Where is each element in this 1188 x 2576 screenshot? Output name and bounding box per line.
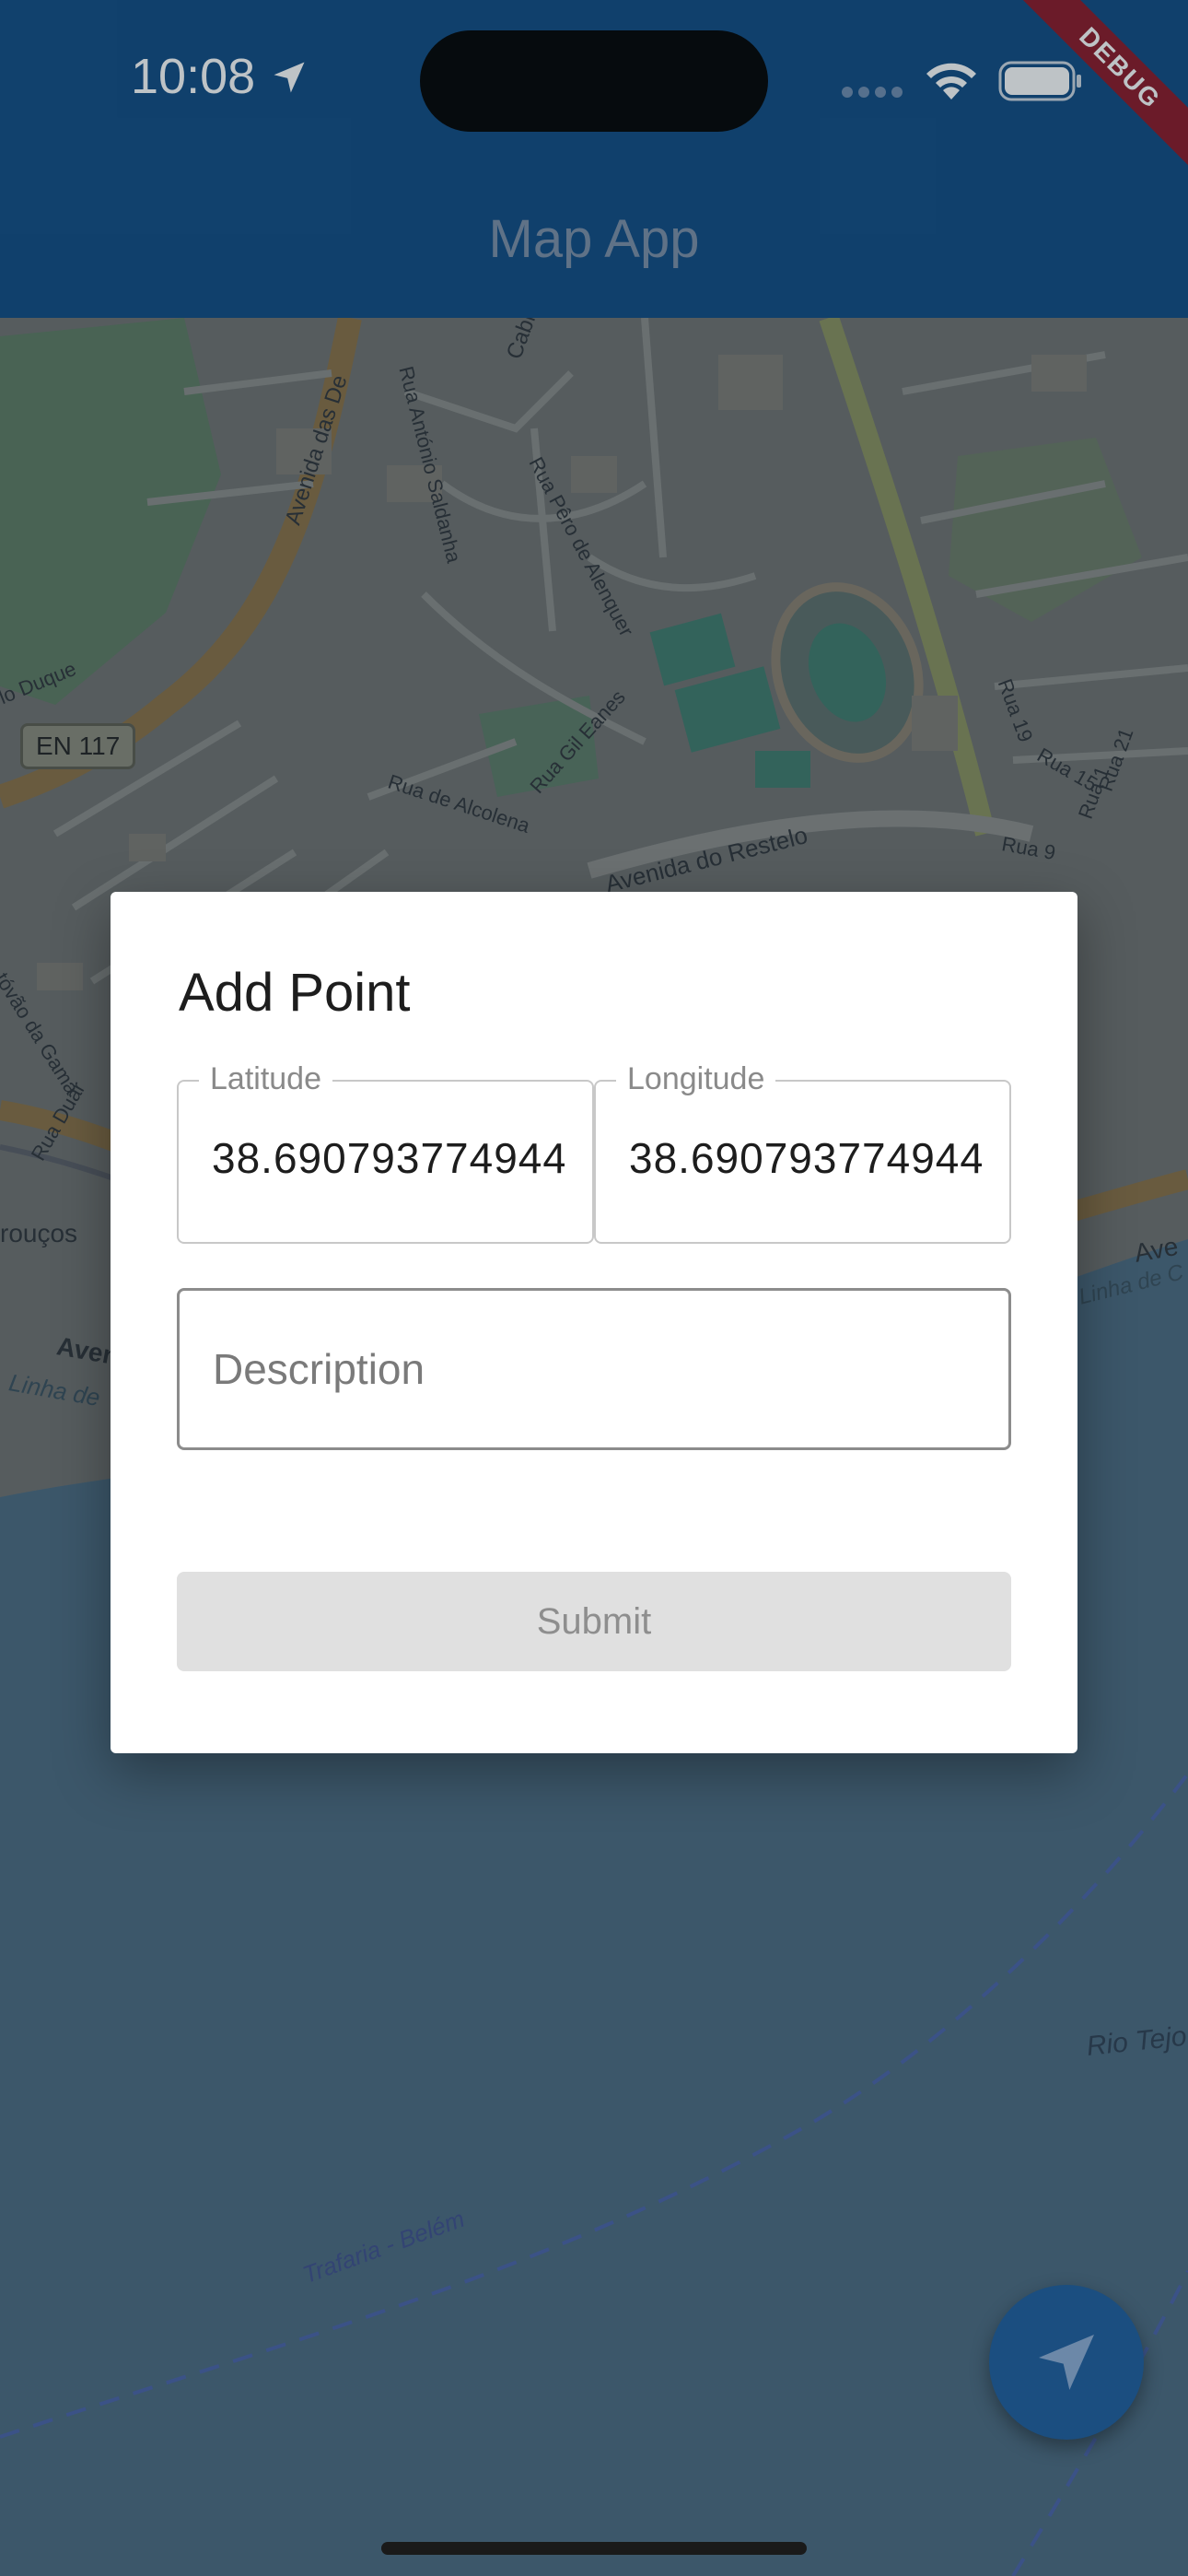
description-placeholder: Description [213,1345,425,1393]
longitude-value: 38.690793774944 [629,1134,982,1182]
latitude-label: Latitude [199,1061,332,1097]
dialog-title: Add Point [179,963,411,1023]
submit-button[interactable]: Submit [177,1572,1011,1671]
add-point-dialog: Add Point Latitude 38.690793774944 Longi… [111,892,1077,1753]
longitude-label: Longitude [616,1061,776,1097]
locate-me-button[interactable] [989,2285,1144,2440]
home-indicator [381,2542,807,2555]
longitude-field[interactable]: Longitude 38.690793774944 [594,1061,1011,1244]
latitude-field[interactable]: Latitude 38.690793774944 [177,1061,594,1244]
description-field[interactable]: Description [177,1288,1011,1450]
navigation-arrow-icon [1039,2335,1094,2390]
latitude-value: 38.690793774944 [212,1134,565,1182]
